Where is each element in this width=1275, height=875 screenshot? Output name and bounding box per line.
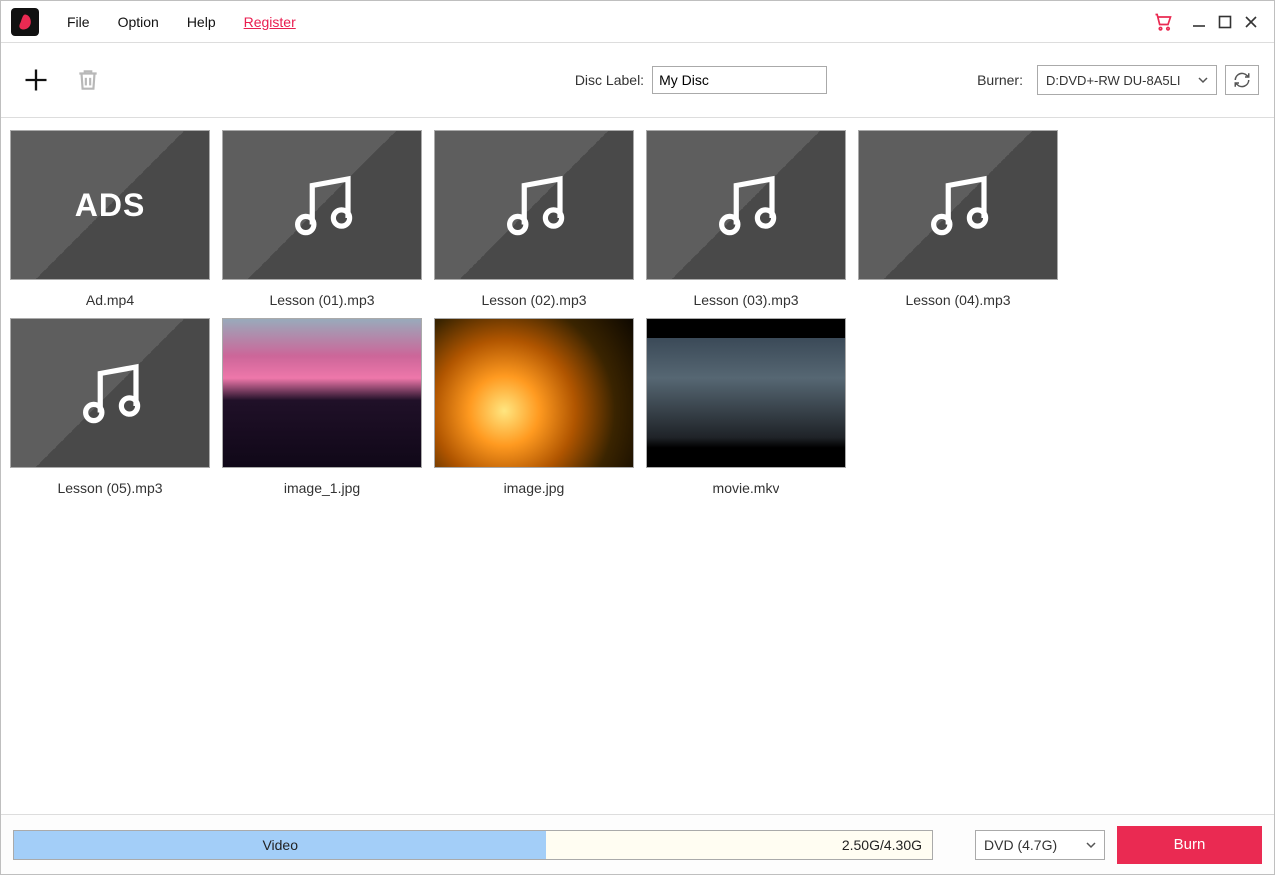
file-name: Lesson (04).mp3 [905,292,1010,308]
cart-icon[interactable] [1150,9,1176,35]
file-name: Lesson (05).mp3 [57,480,162,496]
refresh-button[interactable] [1225,65,1259,95]
minimize-button[interactable] [1186,9,1212,35]
file-item[interactable]: Lesson (01).mp3 [221,130,423,308]
capacity-bar: Video 2.50G/4.30G [13,830,933,860]
file-thumbnail[interactable] [434,130,634,280]
file-item[interactable]: ADS Ad.mp4 [9,130,211,308]
file-name: movie.mkv [713,480,780,496]
file-name: Lesson (02).mp3 [481,292,586,308]
burner-select[interactable]: D:DVD+-RW DU-8A5LI [1037,65,1217,95]
close-button[interactable] [1238,9,1264,35]
file-thumbnail[interactable] [222,318,422,468]
menu-register[interactable]: Register [230,8,310,36]
file-name: image_1.jpg [284,480,360,496]
file-thumbnail[interactable] [434,318,634,468]
delete-button[interactable] [68,60,108,100]
file-item[interactable]: Lesson (02).mp3 [433,130,635,308]
file-item[interactable]: image_1.jpg [221,318,423,496]
chevron-down-icon [1198,75,1208,85]
file-thumbnail[interactable] [646,318,846,468]
disc-type-value: DVD (4.7G) [984,837,1057,853]
music-icon [283,166,361,244]
music-icon [919,166,997,244]
file-thumbnail[interactable]: ADS [10,130,210,280]
toolbar: Disc Label: Burner: D:DVD+-RW DU-8A5LI [1,43,1274,118]
file-item[interactable]: Lesson (04).mp3 [857,130,1059,308]
music-icon [71,354,149,432]
disc-label-input[interactable] [652,66,827,94]
maximize-button[interactable] [1212,9,1238,35]
footer-bar: Video 2.50G/4.30G DVD (4.7G) Burn [1,814,1274,874]
app-window: File Option Help Register Disc Label: Bu… [0,0,1275,875]
file-thumbnail[interactable] [222,130,422,280]
capacity-bar-fill: Video [14,831,546,859]
refresh-icon [1233,71,1251,89]
file-name: Ad.mp4 [86,292,134,308]
add-button[interactable] [16,60,56,100]
music-icon [495,166,573,244]
menu-bar: File Option Help Register [1,1,1274,43]
file-name: Lesson (03).mp3 [693,292,798,308]
file-grid: ADS Ad.mp4 Lesson (01).mp3 Lesson (02).mp3 L… [1,118,1274,814]
file-item[interactable]: movie.mkv [645,318,847,496]
file-item[interactable]: Lesson (03).mp3 [645,130,847,308]
burn-button[interactable]: Burn [1117,826,1262,864]
capacity-bar-label: Video [262,837,298,853]
file-name: image.jpg [504,480,565,496]
capacity-bar-text: 2.50G/4.30G [546,831,932,859]
menu-option[interactable]: Option [104,8,173,36]
chevron-down-icon [1086,840,1096,850]
disc-label-label: Disc Label: [575,72,644,88]
file-thumbnail[interactable] [858,130,1058,280]
file-item[interactable]: image.jpg [433,318,635,496]
file-item[interactable]: Lesson (05).mp3 [9,318,211,496]
ads-label: ADS [75,187,146,224]
music-icon [707,166,785,244]
burner-label: Burner: [977,72,1023,88]
file-thumbnail[interactable] [10,318,210,468]
burner-select-value: D:DVD+-RW DU-8A5LI [1046,73,1180,88]
file-thumbnail[interactable] [646,130,846,280]
menu-file[interactable]: File [53,8,104,36]
disc-type-select[interactable]: DVD (4.7G) [975,830,1105,860]
file-name: Lesson (01).mp3 [269,292,374,308]
menu-help[interactable]: Help [173,8,230,36]
app-logo-icon [11,8,39,36]
